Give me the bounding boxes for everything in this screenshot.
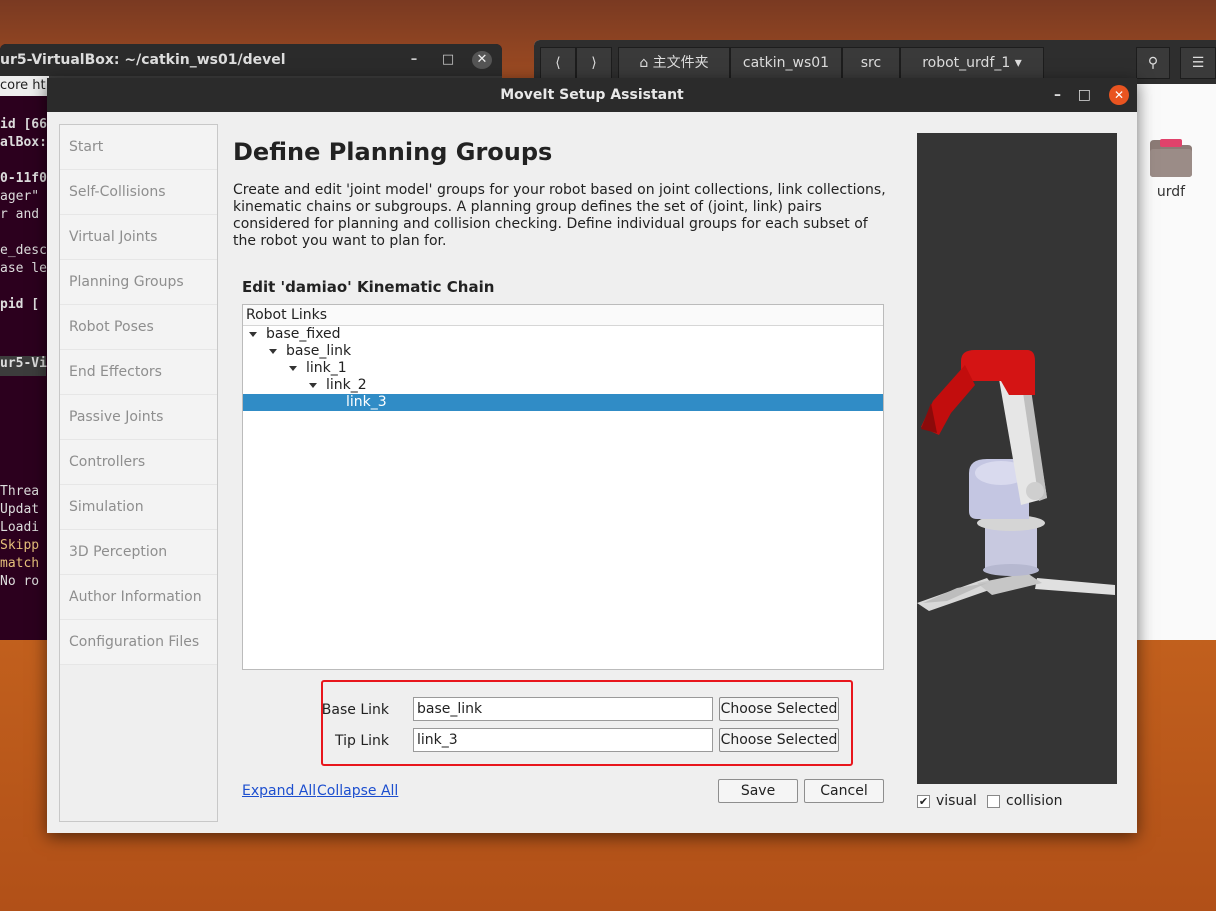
tree-item-selected[interactable]: link_3 [243, 394, 883, 411]
breadcrumb-label: 主文件夹 [652, 55, 709, 71]
choose-selected-base-button[interactable]: Choose Selected [719, 697, 839, 721]
collision-label: collision [1006, 793, 1063, 809]
visual-checkbox[interactable]: ✔ [917, 795, 930, 808]
list-icon: ☰ [1191, 55, 1205, 71]
breadcrumb-item[interactable]: catkin_ws01 [730, 47, 842, 79]
nav-item-self-collisions[interactable]: Self-Collisions [60, 170, 217, 215]
checkmark-icon: ✔ [918, 795, 929, 808]
terminal-line: pid [ [0, 297, 40, 312]
tree-item[interactable]: link_2 [243, 377, 883, 394]
nav-item-simulation[interactable]: Simulation [60, 485, 217, 530]
expand-arrow-icon[interactable] [309, 382, 317, 388]
breadcrumb-item-current[interactable]: robot_urdf_1 ▾ [900, 47, 1044, 79]
page-title: Define Planning Groups [233, 138, 553, 166]
back-button[interactable]: ⟨ [540, 47, 576, 79]
terminal-line: Threa [0, 484, 40, 499]
tree-item-label: link_2 [326, 377, 367, 393]
nav-item-robot-poses[interactable]: Robot Poses [60, 305, 217, 350]
expand-arrow-icon[interactable] [269, 348, 277, 354]
nav-item-virtual-joints[interactable]: Virtual Joints [60, 215, 217, 260]
terminal-line: r and [0, 207, 40, 222]
dialog-titlebar[interactable]: MoveIt Setup Assistant – □ ✕ [47, 78, 1137, 112]
base-link-input[interactable]: base_link [413, 697, 713, 721]
robot-3d-view[interactable] [917, 133, 1117, 784]
tree-item[interactable]: base_fixed [243, 326, 883, 343]
terminal-titlebar[interactable]: ur5-VirtualBox: ~/catkin_ws01/devel – □ … [0, 44, 502, 76]
robot-arm-model [917, 350, 1115, 611]
maximize-icon[interactable]: □ [438, 51, 458, 69]
home-icon: ⌂ [639, 55, 649, 71]
minimize-icon[interactable]: – [404, 51, 424, 69]
forward-button[interactable]: ⟩ [576, 47, 612, 79]
nav-item-start[interactable]: Start [60, 125, 217, 170]
search-icon: ⚲ [1147, 55, 1159, 71]
tip-link-input[interactable]: link_3 [413, 728, 713, 752]
tree-item-label: base_fixed [266, 326, 341, 342]
close-icon[interactable]: ✕ [1109, 85, 1129, 105]
terminal-line: ager" [0, 189, 40, 204]
expand-arrow-icon[interactable] [289, 365, 297, 371]
terminal-line: Updat [0, 502, 40, 517]
terminal-line: match [0, 556, 40, 571]
terminal-tab[interactable]: core ht [0, 76, 49, 96]
terminal-line: No ro [0, 574, 40, 589]
folder-icon[interactable] [1148, 136, 1194, 178]
collision-checkbox[interactable] [987, 795, 1000, 808]
terminal-line: 0-11f0 [0, 171, 47, 186]
robot-links-tree[interactable]: Robot Links base_fixed base_link link_1 … [242, 304, 884, 670]
terminal-line: Skipp [0, 538, 40, 553]
terminal-line: Loadi [0, 520, 40, 535]
search-button[interactable]: ⚲ [1136, 47, 1170, 79]
nav-item-planning-groups[interactable]: Planning Groups [60, 260, 217, 305]
close-icon[interactable]: ✕ [472, 51, 492, 69]
step-navigation: Start Self-Collisions Virtual Joints Pla… [59, 124, 218, 822]
tree-header[interactable]: Robot Links [243, 305, 883, 326]
expand-arrow-icon[interactable] [249, 331, 257, 337]
view-list-button[interactable]: ☰ [1180, 47, 1216, 79]
breadcrumb-label: robot_urdf_1 [922, 55, 1011, 71]
collapse-all-link[interactable]: Collapse All [317, 783, 398, 799]
visual-label: visual [936, 793, 977, 809]
tree-item-label: link_1 [306, 360, 347, 376]
tree-item-label: link_3 [346, 394, 387, 410]
folder-label[interactable]: urdf [1138, 184, 1204, 200]
highlight-box: Base Link base_link Choose Selected Tip … [321, 680, 853, 766]
chevron-down-icon: ▾ [1014, 55, 1022, 71]
terminal-line: e_desc [0, 243, 47, 258]
nav-item-3d-perception[interactable]: 3D Perception [60, 530, 217, 575]
dialog-title: MoveIt Setup Assistant [500, 87, 684, 103]
tree-item[interactable]: base_link [243, 343, 883, 360]
nav-item-configuration-files[interactable]: Configuration Files [60, 620, 217, 665]
tip-link-label: Tip Link [334, 733, 389, 749]
terminal-line: id [66 [0, 117, 47, 132]
terminal-line: ase le [0, 261, 47, 276]
page-description: Create and edit 'joint model' groups for… [233, 182, 886, 249]
base-link-label: Base Link [321, 702, 389, 718]
terminal-line: ur5-Virt [0, 356, 63, 376]
terminal-line: alBox: [0, 135, 47, 150]
tree-item-label: base_link [286, 343, 352, 359]
breadcrumb-item[interactable]: src [842, 47, 900, 79]
section-title: Edit 'damiao' Kinematic Chain [242, 278, 495, 296]
minimize-icon[interactable]: – [1054, 78, 1061, 112]
maximize-icon[interactable]: □ [1078, 78, 1091, 112]
nav-item-end-effectors[interactable]: End Effectors [60, 350, 217, 395]
moveit-setup-dialog: MoveIt Setup Assistant – □ ✕ Start Self-… [47, 78, 1137, 833]
nav-item-author-information[interactable]: Author Information [60, 575, 217, 620]
choose-selected-tip-button[interactable]: Choose Selected [719, 728, 839, 752]
cancel-button[interactable]: Cancel [804, 779, 884, 803]
save-button[interactable]: Save [718, 779, 798, 803]
expand-all-link[interactable]: Expand All [242, 783, 316, 799]
nav-item-passive-joints[interactable]: Passive Joints [60, 395, 217, 440]
terminal-title: ur5-VirtualBox: ~/catkin_ws01/devel [0, 52, 286, 68]
nav-item-controllers[interactable]: Controllers [60, 440, 217, 485]
breadcrumb-home[interactable]: ⌂ 主文件夹 [618, 47, 730, 79]
tree-item[interactable]: link_1 [243, 360, 883, 377]
